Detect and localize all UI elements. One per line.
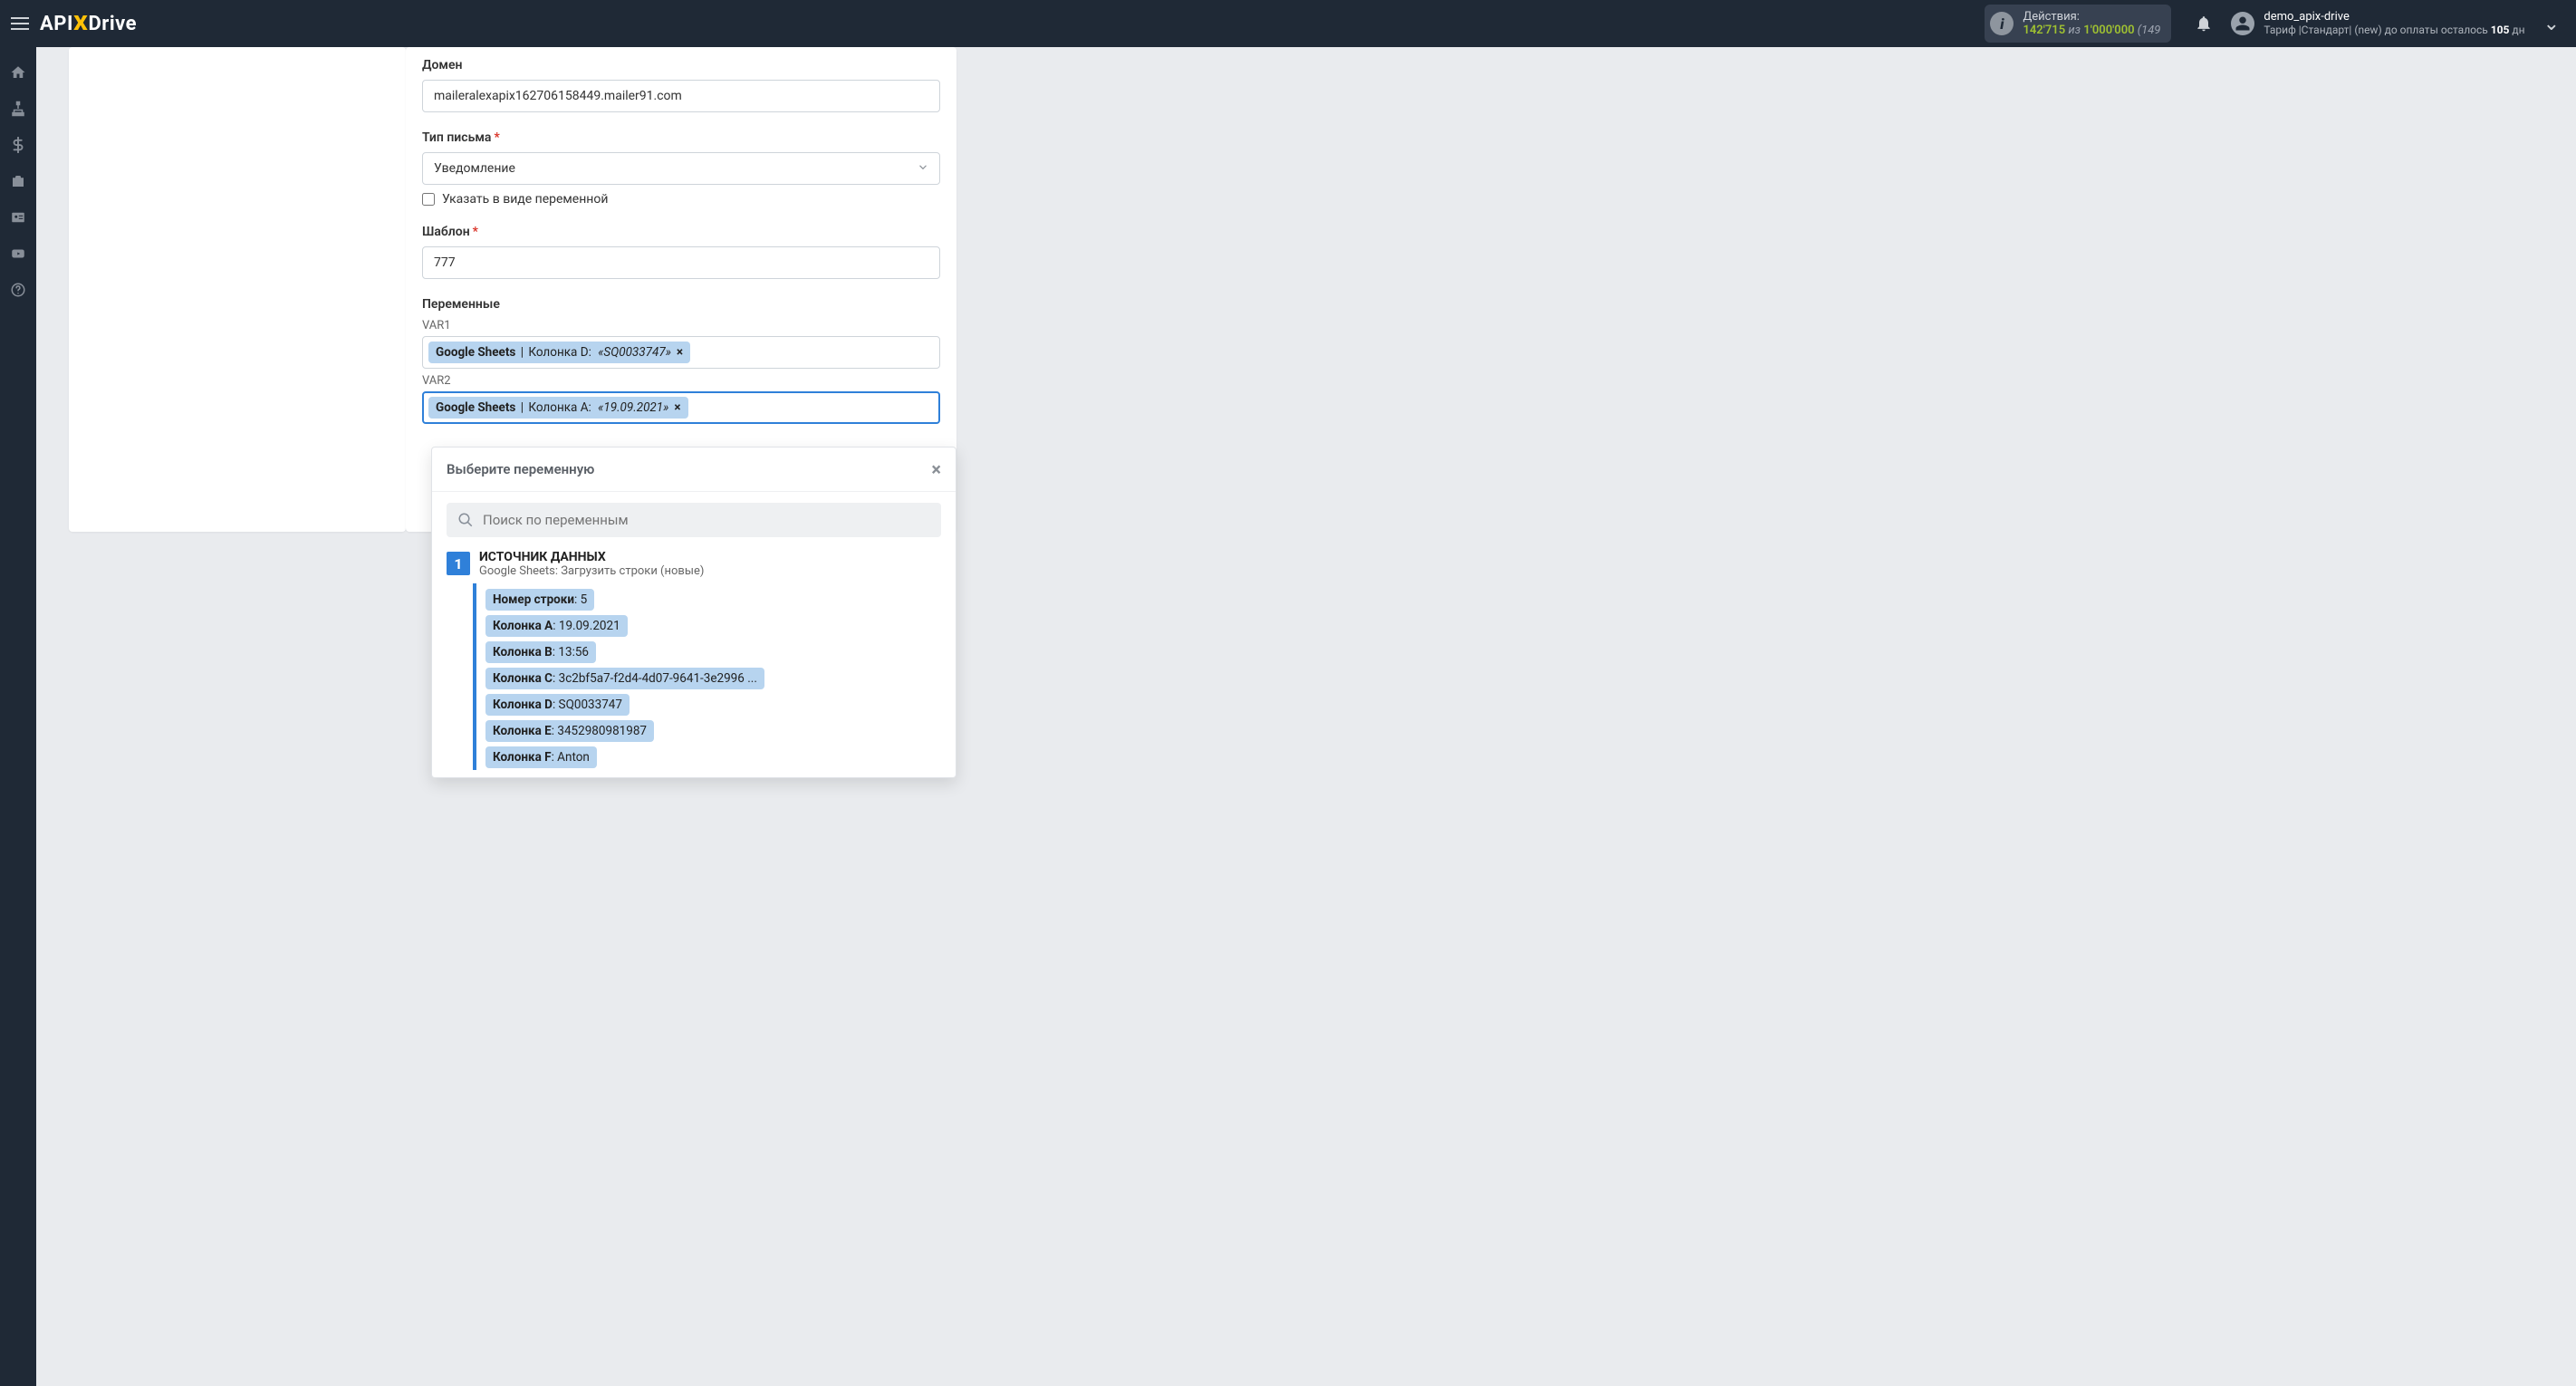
search-icon	[457, 512, 474, 528]
letter-type-checkbox[interactable]	[422, 193, 435, 206]
info-icon: i	[1990, 12, 2014, 35]
picker-body[interactable]: 1 ИСТОЧНИК ДАННЫХ Google Sheets: Загрузи…	[432, 544, 956, 777]
domain-input[interactable]	[422, 80, 940, 112]
actions-count: 142'715	[2023, 24, 2065, 37]
logo-drive: Drive	[88, 13, 137, 35]
var1-field[interactable]: Google Sheets | Колонка D: «SQ0033747» ×	[422, 336, 940, 369]
var1-label: VAR1	[422, 319, 940, 332]
variables-label: Переменные	[422, 297, 940, 312]
actions-counter[interactable]: i Действия: 142'715 из 1'000'000 (149	[1985, 5, 2171, 43]
picker-var-chip[interactable]: Колонка F: Anton	[485, 746, 597, 768]
dollar-icon	[10, 137, 26, 153]
main-content: Домен Тип письма* Указать в виде перемен…	[36, 47, 2576, 1386]
picker-var-chip[interactable]: Колонка C: 3c2bf5a7-f2d4-4d07-9641-3e299…	[485, 668, 764, 689]
actions-extra: (149	[2138, 24, 2161, 37]
chevron-down-icon: ⌄	[2543, 13, 2560, 35]
picker-source-num: 1	[447, 552, 470, 575]
letter-type-select[interactable]	[422, 152, 940, 185]
id-card-icon	[10, 209, 26, 226]
picker-title: Выберите переменную	[447, 461, 594, 477]
picker-var-chip[interactable]: Номер строки: 5	[485, 589, 594, 611]
topbar: API X Drive i Действия: 142'715 из 1'000…	[0, 0, 2576, 47]
sidebar-billing[interactable]	[0, 127, 36, 163]
picker-var-chip[interactable]: Колонка B: 13:56	[485, 641, 596, 663]
sidebar	[0, 47, 36, 1386]
youtube-icon	[10, 245, 26, 262]
var2-chip-remove[interactable]: ×	[674, 400, 680, 415]
domain-label: Домен	[422, 58, 940, 72]
user-tariff: Тариф |Стандарт| (new) до оплаты осталос…	[2264, 24, 2524, 37]
notifications-button[interactable]	[2187, 14, 2220, 33]
left-panel	[69, 47, 406, 532]
actions-label: Действия:	[2023, 10, 2160, 24]
var2-field[interactable]: Google Sheets | Колонка A: «19.09.2021» …	[422, 391, 940, 424]
picker-var-chip[interactable]: Колонка E: 3452980981987	[485, 720, 654, 742]
variable-picker: Выберите переменную × 1 ИСТОЧНИК ДАННЫХ …	[431, 447, 956, 778]
var1-chip[interactable]: Google Sheets | Колонка D: «SQ0033747» ×	[428, 342, 690, 363]
picker-var-chip[interactable]: Колонка A: 19.09.2021	[485, 615, 628, 637]
sitemap-icon	[10, 101, 26, 117]
picker-source-title: ИСТОЧНИК ДАННЫХ	[479, 550, 704, 564]
sidebar-briefcase[interactable]	[0, 163, 36, 199]
picker-close[interactable]: ×	[931, 458, 941, 480]
picker-searchbox[interactable]	[447, 503, 941, 537]
letter-type-value[interactable]	[422, 152, 940, 185]
picker-source-sub: Google Sheets: Загрузить строки (новые)	[479, 564, 704, 578]
letter-type-label: Тип письма*	[422, 130, 940, 145]
picker-source: 1 ИСТОЧНИК ДАННЫХ Google Sheets: Загрузи…	[447, 544, 941, 583]
actions-limit: 1'000'000	[2083, 24, 2134, 37]
user-menu[interactable]: demo_apix-drive Тариф |Стандарт| (new) д…	[2231, 10, 2560, 37]
sidebar-help[interactable]	[0, 272, 36, 308]
home-icon	[10, 64, 26, 81]
picker-var-chip[interactable]: Колонка D: SQ0033747	[485, 694, 630, 716]
bell-icon	[2195, 14, 2213, 33]
var2-chip[interactable]: Google Sheets | Колонка A: «19.09.2021» …	[428, 397, 688, 419]
logo-x: X	[73, 13, 88, 35]
sidebar-home[interactable]	[0, 54, 36, 91]
letter-type-as-variable[interactable]: Указать в виде переменной	[422, 192, 940, 207]
help-icon	[10, 282, 26, 298]
logo-api: API	[40, 13, 73, 35]
sidebar-contacts[interactable]	[0, 199, 36, 236]
actions-of: из	[2068, 24, 2081, 37]
picker-search-input[interactable]	[483, 512, 930, 528]
user-icon	[2235, 15, 2251, 32]
user-name: demo_apix-drive	[2264, 10, 2524, 24]
sidebar-connections[interactable]	[0, 91, 36, 127]
briefcase-icon	[10, 173, 26, 189]
template-label: Шаблон*	[422, 225, 940, 239]
sidebar-video[interactable]	[0, 236, 36, 272]
var2-label: VAR2	[422, 374, 940, 388]
var1-chip-remove[interactable]: ×	[677, 345, 683, 360]
logo[interactable]: API X Drive	[40, 13, 137, 35]
template-input[interactable]	[422, 246, 940, 279]
avatar	[2231, 12, 2254, 35]
hamburger-menu[interactable]	[7, 11, 33, 36]
